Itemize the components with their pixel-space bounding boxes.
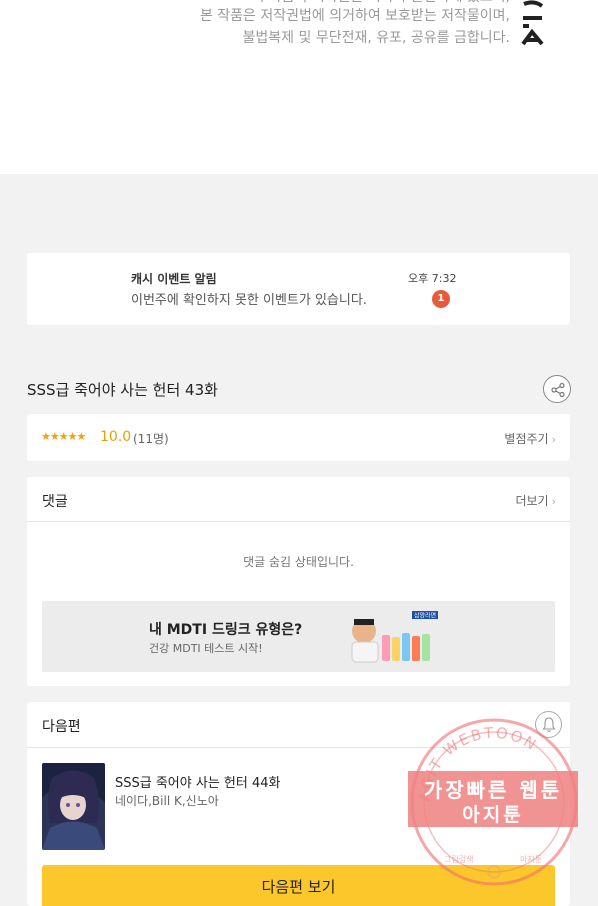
ad-title: 내 MDTI 드링크 유형은? [149,622,303,638]
chevron-right-icon: › [551,495,556,508]
star-rating-icon: ★★★★★ [41,430,86,443]
next-episode-title: SSS급 죽어야 사는 헌터 44화 [115,776,281,791]
comments-title: 댓글 [42,494,68,510]
share-icon [551,382,565,398]
next-episode-section-title: 다음편 [42,719,81,735]
cash-event-notification[interactable]: 캐시 이벤트 알림 이번주에 확인하지 못한 이벤트가 있습니다. 오후 7:3… [27,253,570,325]
view-next-episode-button[interactable]: 다음편 보기 [42,865,555,906]
ad-brand-label: 삼양라면 [414,612,436,620]
copyright-section: 이 작품의 저작권은 저자와 출판사에 있으며, 본 작품은 저작권법에 의거하… [0,0,598,174]
next-episode-authors: 네이다,Bill K,신노아 [115,794,219,808]
next-episode-header: 다음편 [27,702,570,748]
publisher-logo-icon [521,0,544,46]
mdti-ad-banner[interactable]: 내 MDTI 드링크 유형은? 건강 MDTI 테스트 시작! 삼양라면 [42,601,555,672]
comments-section: 댓글 더보기 › 댓글 숨김 상태입니다. 내 MDTI 드링크 유형은? 건강 … [27,477,570,686]
next-episode-thumbnail[interactable] [42,763,105,850]
rate-button-label: 별점주기 [504,432,549,446]
copyright-line-1: 본 작품은 저작권법에 의거하여 보호받는 저작물이며, [199,8,510,24]
notification-count-badge: 1 [432,290,450,308]
rating-score: 10.0 [100,429,132,445]
chevron-right-icon: › [551,433,556,446]
episode-title: SSS급 죽어야 사는 헌터 43화 [27,381,218,399]
ad-subtitle: 건강 MDTI 테스트 시작! [149,642,263,655]
rating-section: ★★★★★ 10.0 (11명) 별점주기 › [27,414,570,461]
notification-time: 오후 7:32 [408,272,457,285]
watermark-sub-text: 아지툰 [462,804,524,826]
comments-more-label: 더보기 [515,494,549,508]
ad-product-image: 삼양라면 [351,611,438,663]
comments-header: 댓글 더보기 › [27,477,570,522]
notification-message: 이번주에 확인하지 못한 이벤트가 있습니다. [131,293,367,308]
rate-button[interactable]: 별점주기 › [504,430,556,447]
rating-count: (11명) [133,432,169,446]
watermark-main-text: 가장빠른 웹툰 [423,778,563,802]
share-button[interactable] [543,375,571,403]
copyright-line-2: 불법복제 및 무단전재, 유포, 공유를 금합니다. [242,30,510,46]
comments-more-button[interactable]: 더보기 › [515,492,556,509]
notification-bell-button[interactable] [535,711,562,738]
bell-icon [542,717,556,733]
comments-hidden-message: 댓글 숨김 상태입니다. [243,555,354,569]
notification-title: 캐시 이벤트 알림 [131,272,217,286]
